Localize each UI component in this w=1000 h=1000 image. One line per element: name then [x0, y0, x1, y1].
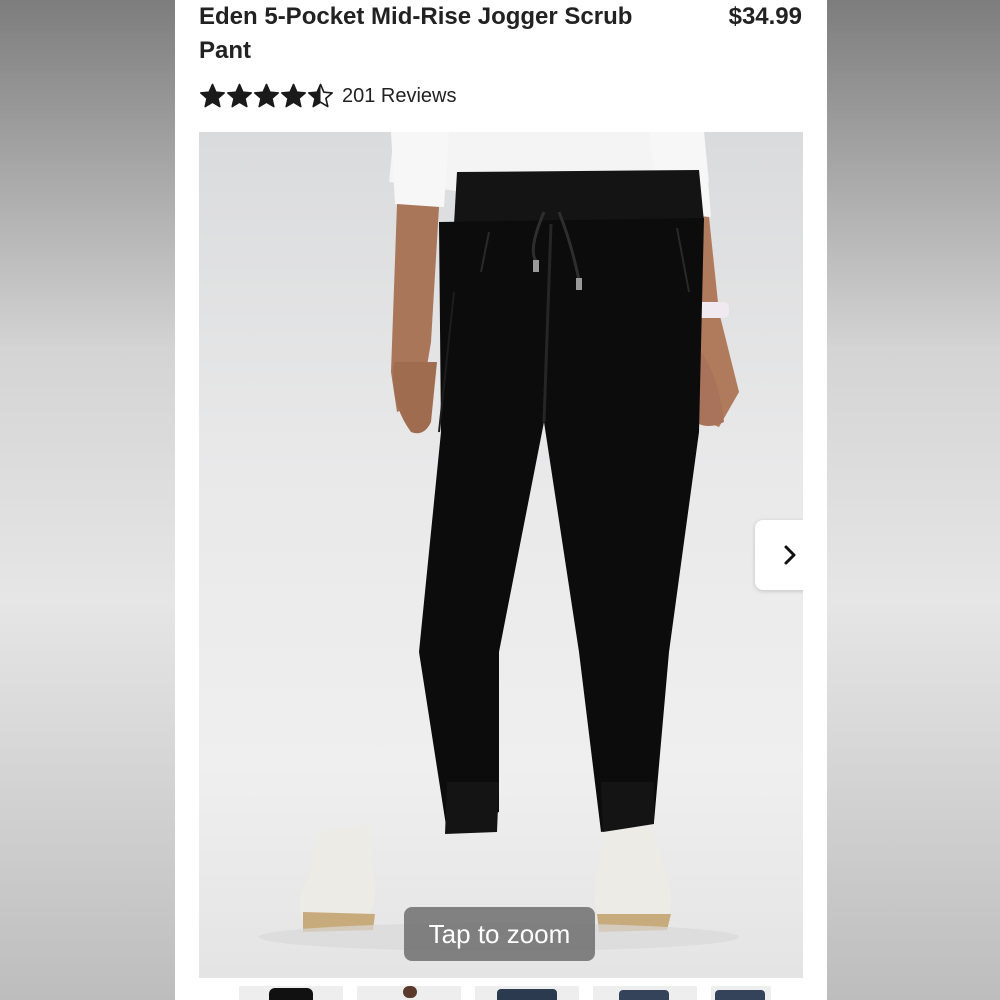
- thumbnail-strip: [239, 986, 771, 1000]
- rating-row[interactable]: 201 Reviews: [199, 82, 457, 110]
- left-blurred-backdrop: [0, 0, 175, 1000]
- product-price: $34.99: [728, 3, 802, 30]
- product-title: Eden 5-Pocket Mid-Rise Jogger Scrub Pant: [199, 3, 633, 64]
- star-full-icon: [281, 83, 306, 108]
- star-full-icon: [200, 83, 225, 108]
- rating-stars: [199, 83, 334, 109]
- star-full-icon: [227, 83, 252, 108]
- product-photo-illustration: [259, 132, 739, 951]
- thumbnail-3[interactable]: [475, 986, 579, 1000]
- star-full-icon: [254, 83, 279, 108]
- next-image-button[interactable]: [755, 520, 803, 590]
- product-panel: Eden 5-Pocket Mid-Rise Jogger Scrub Pant…: [175, 0, 827, 1000]
- thumbnail-2[interactable]: [357, 986, 461, 1000]
- star-half-icon: [308, 83, 333, 108]
- thumbnail-5[interactable]: [711, 986, 771, 1000]
- tap-to-zoom-label[interactable]: Tap to zoom: [404, 907, 595, 961]
- chevron-right-icon: [784, 545, 796, 565]
- right-blurred-backdrop: [825, 0, 1000, 1000]
- product-image[interactable]: Tap to zoom: [199, 132, 803, 978]
- thumbnail-4[interactable]: [593, 986, 697, 1000]
- reviews-count[interactable]: 201 Reviews: [342, 85, 457, 108]
- thumbnail-1[interactable]: [239, 986, 343, 1000]
